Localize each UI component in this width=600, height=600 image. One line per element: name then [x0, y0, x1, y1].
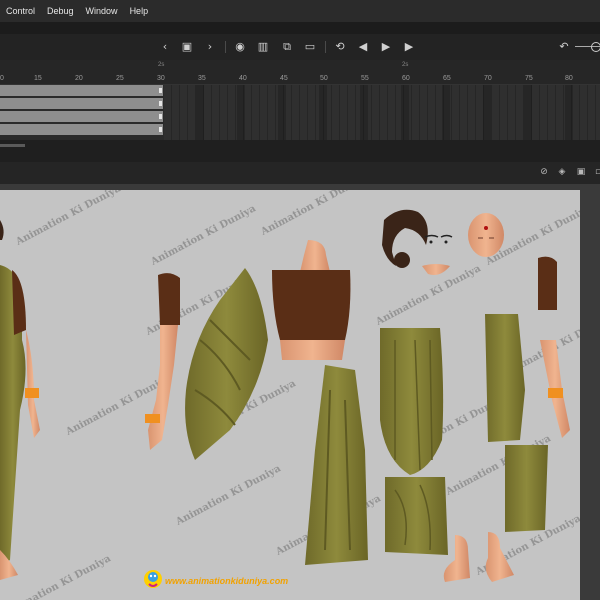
torso-part: [272, 240, 351, 360]
character-parts-artwork: [0, 209, 570, 582]
ruler-tick-label: 0: [0, 75, 4, 82]
time-marker: 2s: [158, 62, 165, 68]
timeline-scroll-area: [0, 140, 600, 162]
skirt-side-part: [485, 314, 525, 442]
loop-icon[interactable]: ⟲: [333, 40, 347, 54]
frame-marker-icon[interactable]: ▭: [303, 40, 317, 54]
center-frame-icon[interactable]: ▣: [180, 40, 194, 54]
panel-divider: [0, 22, 600, 34]
ruler-tick-label: 55: [361, 75, 369, 82]
timeline-tracks[interactable]: [0, 85, 600, 140]
arm-part-right: [538, 256, 570, 438]
toolbar-separator: [225, 41, 226, 53]
layer-frame-span[interactable]: [0, 111, 163, 124]
ruler-tick-label: 30: [157, 75, 165, 82]
timeline-ruler[interactable]: 2s 2s 0 15 20 25 30 35 40 45 50 55 60 65…: [0, 60, 600, 85]
onion-skin-icon[interactable]: ◉: [233, 40, 247, 54]
frame-column: [360, 85, 368, 140]
keyframe[interactable]: [159, 127, 162, 132]
stage-toolbar: ⊘ ◈ ▣ ▫: [0, 162, 600, 184]
frame-column: [524, 85, 532, 140]
ruler-tick-label: 15: [34, 75, 42, 82]
frame-column: [565, 85, 573, 140]
menu-help[interactable]: Help: [124, 6, 155, 16]
stage-canvas[interactable]: Animation Ki Duniya Animation Ki Duniya …: [0, 190, 580, 600]
paint-bucket-icon[interactable]: ◈: [556, 166, 568, 178]
ruler-tick-label: 60: [402, 75, 410, 82]
zoom-slider-handle[interactable]: [591, 42, 600, 52]
layer-frame-span[interactable]: [0, 98, 163, 111]
frame-column: [442, 85, 450, 140]
clip-stage-icon[interactable]: ▣: [575, 166, 587, 178]
ruler-tick-label: 50: [320, 75, 328, 82]
time-marker: 2s: [402, 62, 409, 68]
chevron-left-icon[interactable]: ‹: [158, 40, 172, 54]
onion-outline-icon[interactable]: ▥: [256, 40, 270, 54]
ruler-tick-label: 20: [75, 75, 83, 82]
expand-icon[interactable]: ▫: [592, 166, 600, 178]
empty-frames-grid[interactable]: [164, 85, 600, 140]
menu-bar: Control Debug Window Help: [0, 0, 600, 22]
frame-column: [319, 85, 327, 140]
ruler-tick-label: 35: [198, 75, 206, 82]
undo-icon[interactable]: ↶: [557, 40, 571, 54]
ruler-tick-label: 70: [484, 75, 492, 82]
edit-multiple-icon[interactable]: ⧉: [280, 40, 294, 54]
skirt-hem-part: [505, 445, 548, 532]
pallu-drape-part: [185, 268, 268, 460]
timeline-scrollbar[interactable]: [0, 144, 25, 147]
ruler-tick-label: 80: [565, 75, 573, 82]
step-forward-icon[interactable]: ▶: [402, 40, 416, 54]
skirt-panel-part: [305, 365, 368, 565]
layer-frame-span[interactable]: [0, 124, 163, 137]
full-character: [0, 220, 40, 580]
brand-logo-icon: [144, 570, 162, 588]
menu-debug[interactable]: Debug: [41, 6, 80, 16]
frame-column: [278, 85, 286, 140]
frame-column: [196, 85, 204, 140]
play-icon[interactable]: ▶: [379, 40, 393, 54]
ruler-tick-label: 25: [116, 75, 124, 82]
keyframe[interactable]: [159, 114, 162, 119]
layer-frame-span[interactable]: [0, 85, 163, 98]
keyframe[interactable]: [159, 88, 162, 93]
frame-column: [483, 85, 491, 140]
ruler-tick-label: 45: [280, 75, 288, 82]
frame-column: [237, 85, 245, 140]
skirt-front-part: [380, 328, 444, 475]
website-url: www.animationkiduniya.com: [165, 576, 289, 586]
timeline-toolbar: ‹ ▣ › ◉ ▥ ⧉ ▭ ⟲ ◀ ▶ ▶ ↶: [0, 34, 600, 60]
menu-window[interactable]: Window: [80, 6, 124, 16]
skirt-lower-part: [385, 477, 448, 555]
keyframe[interactable]: [159, 101, 162, 106]
chevron-right-icon[interactable]: ›: [203, 40, 217, 54]
feet-part: [443, 532, 514, 582]
ruler-tick-label: 65: [443, 75, 451, 82]
toolbar-separator: [325, 41, 326, 53]
step-back-icon[interactable]: ◀: [356, 40, 370, 54]
rotate-icon[interactable]: ⊘: [538, 166, 550, 178]
menu-control[interactable]: Control: [0, 6, 41, 16]
ruler-tick-label: 75: [525, 75, 533, 82]
head-face-part: [468, 213, 504, 257]
arm-part: [145, 273, 180, 450]
ruler-tick-label: 40: [239, 75, 247, 82]
head-hair-part: [382, 209, 428, 268]
frame-column: [401, 85, 409, 140]
